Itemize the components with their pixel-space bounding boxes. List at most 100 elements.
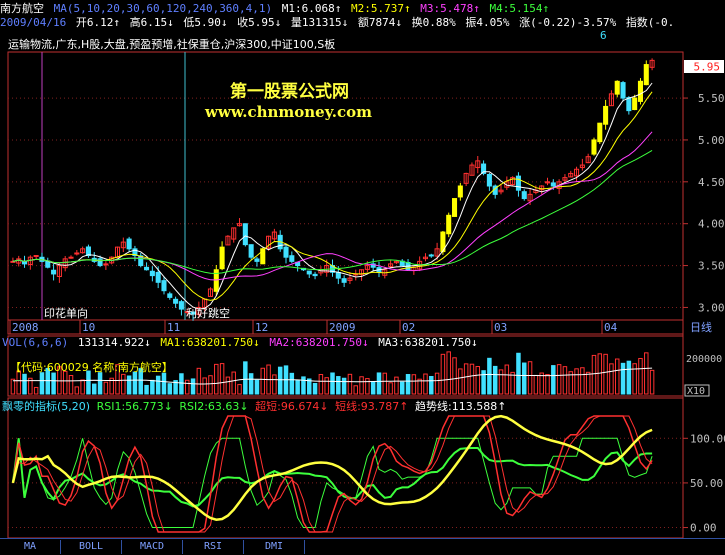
candle-body	[591, 139, 597, 155]
volume-bar	[312, 382, 318, 395]
volume-bar	[632, 363, 637, 395]
candle-body	[103, 263, 109, 266]
tab-ma[interactable]: MA	[0, 540, 61, 554]
candle-body	[283, 246, 289, 258]
volume-bar	[492, 365, 498, 395]
volume-bar	[452, 357, 457, 395]
price-tick-label: 5.00	[698, 134, 725, 147]
volume-bar	[51, 372, 56, 395]
volume-bar	[574, 368, 579, 395]
candle-body	[446, 214, 452, 235]
volume-bar	[254, 379, 260, 395]
candle-body	[155, 271, 161, 283]
volume-bar	[196, 367, 202, 395]
time-tick-label: 02	[402, 321, 415, 334]
ma20-line	[12, 131, 653, 281]
volume-bar	[155, 375, 161, 395]
volume-bar	[272, 374, 277, 395]
indicator-rsi2: RSI2:63.63↓	[179, 400, 249, 413]
volume-bar	[487, 357, 492, 395]
time-tick-label: 10	[82, 321, 95, 334]
volume-bar	[388, 382, 393, 395]
tab-dmi[interactable]: DMI	[244, 540, 305, 554]
candle-body	[597, 122, 603, 143]
volume-bar	[219, 363, 225, 395]
volume-bar	[103, 381, 109, 395]
candle-body	[626, 97, 632, 112]
indicator-tick-label: 100.00	[690, 432, 725, 445]
volume-bar	[539, 372, 544, 395]
volume-bar	[591, 354, 597, 395]
volume-current: 131314.922↓	[77, 336, 151, 349]
volume-bar	[405, 374, 411, 395]
candle-body	[451, 198, 458, 217]
candle-body	[219, 246, 225, 270]
indicator-tick-label: 50.00	[690, 477, 723, 490]
candle-body	[428, 254, 434, 257]
candle-body	[515, 175, 521, 191]
volume-bar	[248, 373, 254, 395]
candle-body	[643, 64, 649, 86]
price-tick-label: 4.00	[698, 218, 725, 231]
volume-bar	[498, 369, 504, 395]
volume-bar	[289, 372, 295, 395]
volume-bar	[545, 374, 550, 395]
volume-bar	[638, 357, 643, 395]
time-tick-label: 12	[255, 321, 268, 334]
volume-bar	[179, 373, 184, 395]
candle-body	[68, 256, 74, 259]
chart-canvas[interactable]: 5.50 5.00 4.50 4.00 3.50 3.00 5.95 2008 10 11 12…	[0, 0, 725, 554]
period-label[interactable]: 日线	[690, 320, 712, 334]
volume-bar	[475, 366, 481, 395]
volume-header: VOL(6,6,6) 131314.922↓ MA1:638201.750↓ M…	[2, 336, 481, 350]
watermark-title: 第一股票公式网	[230, 82, 349, 102]
volume-bar	[522, 362, 527, 395]
volume-bar	[341, 377, 347, 395]
time-tick-label: 2009	[329, 321, 356, 334]
time-tick-label: 11	[167, 321, 180, 334]
indicator-short: 短线:93.787↑	[335, 400, 409, 413]
volume-bar	[620, 362, 626, 395]
candle-body	[457, 185, 463, 198]
candle-body	[637, 80, 644, 102]
tab-rsi[interactable]: RSI	[183, 540, 244, 554]
last-price-label: 5.95	[694, 61, 721, 74]
volume-bar	[429, 375, 434, 395]
candle-body	[51, 269, 57, 275]
candle-body	[312, 273, 318, 277]
volume-bar	[324, 377, 329, 395]
volume-bar	[121, 373, 126, 395]
volume-bar	[126, 375, 132, 395]
indicator-tab-bar: MA BOLL MACD RSI DMI	[0, 538, 725, 555]
volume-unit-label: X10	[687, 386, 705, 397]
candle-body	[161, 280, 167, 292]
candle-body	[521, 191, 527, 200]
volume-bar	[603, 353, 608, 395]
volume-bar	[161, 372, 167, 395]
annotation-stamp-duty: 印花单向	[44, 307, 88, 320]
candle-body	[126, 238, 132, 250]
volume-bar	[301, 376, 306, 395]
volume-bar	[10, 378, 16, 395]
candle-body	[306, 270, 312, 275]
volume-bar	[74, 386, 80, 395]
candle-body	[167, 293, 173, 298]
volume-bar	[260, 367, 266, 395]
candle-body	[550, 182, 556, 187]
indicator-name[interactable]: 飘零的指标(5,20)	[2, 400, 90, 413]
tab-boll[interactable]: BOLL	[61, 540, 122, 554]
indicator-overbought: 超短:96.674↓	[255, 400, 329, 413]
volume-bar	[614, 358, 620, 395]
indicator-header: 飘零的指标(5,20) RSI1:56.773↓ RSI2:63.63↓ 超短:…	[2, 400, 509, 414]
candle-body	[173, 298, 179, 304]
tab-macd[interactable]: MACD	[122, 540, 183, 554]
volume-bar	[376, 372, 382, 395]
time-tick-label: 03	[494, 321, 507, 334]
volume-bar	[184, 379, 190, 395]
volume-bar	[626, 360, 632, 395]
volume-bar	[463, 363, 469, 395]
volume-bar	[231, 371, 236, 395]
candle-body	[632, 97, 638, 111]
volume-bar	[527, 361, 533, 395]
rsi2-line	[11, 438, 653, 508]
